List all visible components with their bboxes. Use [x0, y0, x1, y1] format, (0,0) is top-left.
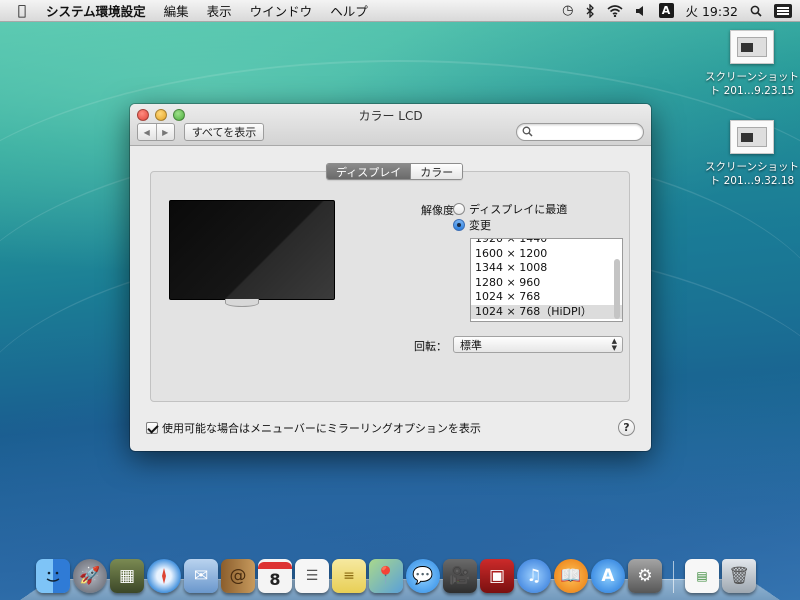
back-forward-buttons: ◀ ▶ — [137, 123, 175, 141]
menu-bar:  システム環境設定 編集 表示 ウインドウ ヘルプ ◷ A 火 19:32 — [0, 0, 800, 22]
resolution-item[interactable]: 1600 × 1200 — [471, 247, 622, 262]
resolution-item[interactable]: 1280 × 960 — [471, 276, 622, 291]
menu-clock[interactable]: 火 19:32 — [686, 1, 739, 20]
forward-button[interactable]: ▶ — [156, 124, 175, 140]
notification-center-icon[interactable] — [774, 4, 792, 18]
mirroring-checkbox-label: 使用可能な場合はメニューバーにミラーリングオプションを表示 — [162, 420, 481, 436]
tab-bar: ディスプレイ カラー — [326, 163, 463, 180]
file-name-line2: ト 201…9.23.15 — [704, 84, 800, 98]
desktop-file-screenshot-2[interactable]: スクリーンショット ト 201…9.32.18 — [704, 120, 800, 188]
radio-best-for-display[interactable]: ディスプレイに最適 — [453, 201, 567, 217]
resolution-item[interactable]: 1024 × 768 — [471, 290, 622, 305]
resolution-item[interactable]: 1344 × 1008 — [471, 261, 622, 276]
display-preferences-window: カラー LCD ◀ ▶ すべてを表示 ディスプレイ カラー 解像度： ディスプレ… — [130, 104, 651, 451]
input-source-icon[interactable]: A — [659, 3, 674, 18]
mirroring-option-row[interactable]: 使用可能な場合はメニューバーにミラーリングオプションを表示 — [146, 420, 481, 436]
app-menu[interactable]: システム環境設定 — [46, 1, 146, 20]
file-name-line1: スクリーンショット — [704, 160, 800, 174]
radio-scaled[interactable]: 変更 — [453, 217, 491, 233]
facetime-icon[interactable]: 🎥 — [443, 559, 477, 593]
mission-control-icon[interactable]: ▦ — [110, 559, 144, 593]
calendar-day: 8 — [269, 569, 280, 591]
finder-icon[interactable] — [36, 559, 70, 593]
display-settings-panel: 解像度： ディスプレイに最適 変更 1920 × 1440 1600 × 120… — [150, 171, 630, 402]
radio-button[interactable] — [453, 203, 465, 215]
messages-icon[interactable]: 💬 — [406, 559, 440, 593]
system-preferences-icon[interactable]: ⚙ — [628, 559, 662, 593]
notes-icon[interactable]: ≡ — [332, 559, 366, 593]
screenshot-thumbnail-icon — [730, 120, 774, 154]
dock: 🚀 ▦ ✉ @ 8 ☰ ≡ 📍 💬 🎥 ▣ ♫ 📖 A ⚙ ▤ 🗑 — [36, 553, 756, 593]
window-toolbar: カラー LCD ◀ ▶ すべてを表示 — [130, 104, 651, 146]
menu-window[interactable]: ウインドウ — [250, 1, 313, 20]
calendar-icon[interactable]: 8 — [258, 559, 292, 593]
window-title: カラー LCD — [130, 107, 651, 124]
file-name-line1: スクリーンショット — [704, 70, 800, 84]
rotation-label: 回転： — [381, 338, 447, 354]
menu-help[interactable]: ヘルプ — [330, 1, 368, 20]
radio-button[interactable] — [453, 219, 465, 231]
reminders-icon[interactable]: ☰ — [295, 559, 329, 593]
back-button[interactable]: ◀ — [138, 124, 156, 140]
screenshot-thumbnail-icon — [730, 30, 774, 64]
maps-icon[interactable]: 📍 — [369, 559, 403, 593]
time-machine-icon[interactable]: ◷ — [562, 3, 573, 18]
menu-edit[interactable]: 編集 — [164, 1, 189, 20]
photo-booth-icon[interactable]: ▣ — [480, 559, 514, 593]
trash-icon[interactable]: 🗑 — [722, 559, 756, 593]
wifi-icon[interactable] — [607, 5, 623, 17]
dock-separator — [673, 561, 674, 593]
display-preview-icon — [169, 200, 335, 300]
file-name-line2: ト 201…9.32.18 — [704, 174, 800, 188]
show-all-button[interactable]: すべてを表示 — [184, 123, 264, 141]
search-icon — [522, 126, 533, 140]
rotation-popup[interactable]: 標準 ▲ ▼ — [453, 336, 623, 353]
bluetooth-icon[interactable] — [586, 4, 595, 18]
radio-label: ディスプレイに最適 — [469, 201, 567, 217]
itunes-icon[interactable]: ♫ — [517, 559, 551, 593]
launchpad-icon[interactable]: 🚀 — [73, 559, 107, 593]
help-button[interactable]: ? — [618, 419, 635, 436]
contacts-icon[interactable]: @ — [221, 559, 255, 593]
list-scrollbar[interactable] — [614, 259, 620, 319]
resolution-item[interactable]: 1920 × 1440 — [471, 238, 622, 247]
safari-icon[interactable] — [147, 559, 181, 593]
menu-view[interactable]: 表示 — [207, 1, 232, 20]
desktop-file-screenshot-1[interactable]: スクリーンショット ト 201…9.23.15 — [704, 30, 800, 98]
mail-icon[interactable]: ✉ — [184, 559, 218, 593]
volume-icon[interactable] — [635, 5, 647, 17]
app-store-icon[interactable]: A — [591, 559, 625, 593]
monitor-stand-icon — [225, 299, 259, 307]
apple-menu-icon[interactable]:  — [12, 3, 32, 19]
tab-display[interactable]: ディスプレイ — [327, 164, 410, 179]
popup-arrows-icon: ▲ ▼ — [612, 338, 617, 352]
radio-label: 変更 — [469, 217, 491, 233]
mirroring-checkbox[interactable] — [146, 422, 158, 434]
rotation-value: 標準 — [460, 337, 482, 353]
resolution-list[interactable]: 1920 × 1440 1600 × 1200 1344 × 1008 1280… — [470, 238, 623, 322]
search-field[interactable] — [516, 123, 644, 141]
ibooks-icon[interactable]: 📖 — [554, 559, 588, 593]
tab-color[interactable]: カラー — [410, 164, 462, 179]
menu-extras: ◷ A 火 19:32 — [562, 1, 800, 20]
resolution-item-selected[interactable]: 1024 × 768（HiDPI） — [471, 305, 622, 320]
document-icon[interactable]: ▤ — [685, 559, 719, 593]
spotlight-search-icon[interactable] — [750, 5, 762, 17]
